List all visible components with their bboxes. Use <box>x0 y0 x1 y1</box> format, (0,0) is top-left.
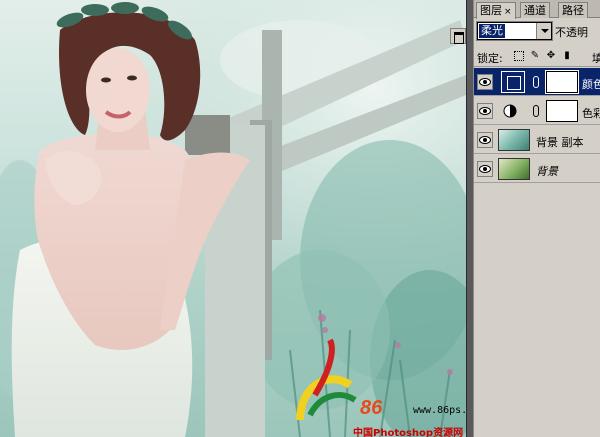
chevron-down-icon[interactable] <box>536 23 551 39</box>
watermark-text: 中国Photoshop资源网 <box>353 428 464 437</box>
tab-layers[interactable]: 图层 × <box>476 2 516 19</box>
adjustment-icon <box>503 104 517 118</box>
layer-thumbnail <box>498 158 530 180</box>
layer-row-background-copy[interactable]: 背景 副本 <box>474 126 600 154</box>
layer-name: 颜色 <box>582 78 600 91</box>
opacity-label: 不透明 <box>555 26 588 39</box>
fill-layer-icon <box>501 71 525 93</box>
layer-mask-thumbnail[interactable] <box>546 100 578 122</box>
close-icon[interactable]: × <box>504 7 512 17</box>
lock-row: 锁定: ✎ ✥ ▮ 填 <box>474 45 600 67</box>
layer-row-background[interactable]: 背景 <box>474 155 600 183</box>
lock-move-icon[interactable]: ✥ <box>546 51 556 61</box>
canvas-scrollbar[interactable] <box>466 0 474 437</box>
layer-row-adjustment[interactable]: 色彩 <box>474 97 600 125</box>
tab-channels-label: 通道 <box>524 4 546 17</box>
chain-link-icon[interactable] <box>533 76 539 88</box>
eye-icon[interactable] <box>477 103 493 119</box>
eye-icon[interactable] <box>477 74 493 90</box>
watermark-number: 86 <box>360 397 383 419</box>
tab-channels[interactable]: 通道 <box>520 2 550 18</box>
chain-link-icon[interactable] <box>533 105 539 117</box>
lock-all-icon[interactable]: ▮ <box>562 51 572 61</box>
tab-paths[interactable]: 路径 <box>558 2 588 18</box>
lock-brush-icon[interactable]: ✎ <box>530 51 540 61</box>
eye-icon[interactable] <box>477 161 493 177</box>
lock-transparency-icon[interactable] <box>514 51 524 61</box>
lock-label: 锁定: <box>477 52 503 65</box>
eye-icon[interactable] <box>477 132 493 148</box>
panel-tabs: 图层 × 通道 路径 <box>474 0 600 19</box>
tab-paths-label: 路径 <box>562 4 584 17</box>
layers-panel: 图层 × 通道 路径 柔光 不透明 锁定: ✎ ✥ ▮ 填 颜色 色彩 背景 副… <box>474 0 600 437</box>
fill-label: 填 <box>592 52 600 65</box>
photo-artwork <box>0 0 466 437</box>
blend-mode-value: 柔光 <box>479 24 505 38</box>
layer-row-color[interactable]: 颜色 <box>474 68 600 96</box>
canvas-photo[interactable]: 86 www.86ps.com 中国Photoshop资源网 <box>0 0 466 437</box>
blend-mode-select[interactable]: 柔光 <box>476 21 553 41</box>
watermark-url: www.86ps.com <box>413 405 466 416</box>
layer-name: 背景 副本 <box>536 136 584 149</box>
layers-list-empty-area <box>474 184 600 437</box>
layer-name: 背景 <box>536 165 558 178</box>
blend-row: 柔光 不透明 <box>474 19 600 43</box>
panel-toggle-button[interactable] <box>450 28 466 44</box>
layer-thumbnail <box>498 129 530 151</box>
layer-mask-thumbnail[interactable] <box>545 70 579 94</box>
layer-name: 色彩 <box>582 107 600 120</box>
tab-layers-label: 图层 <box>480 4 502 17</box>
